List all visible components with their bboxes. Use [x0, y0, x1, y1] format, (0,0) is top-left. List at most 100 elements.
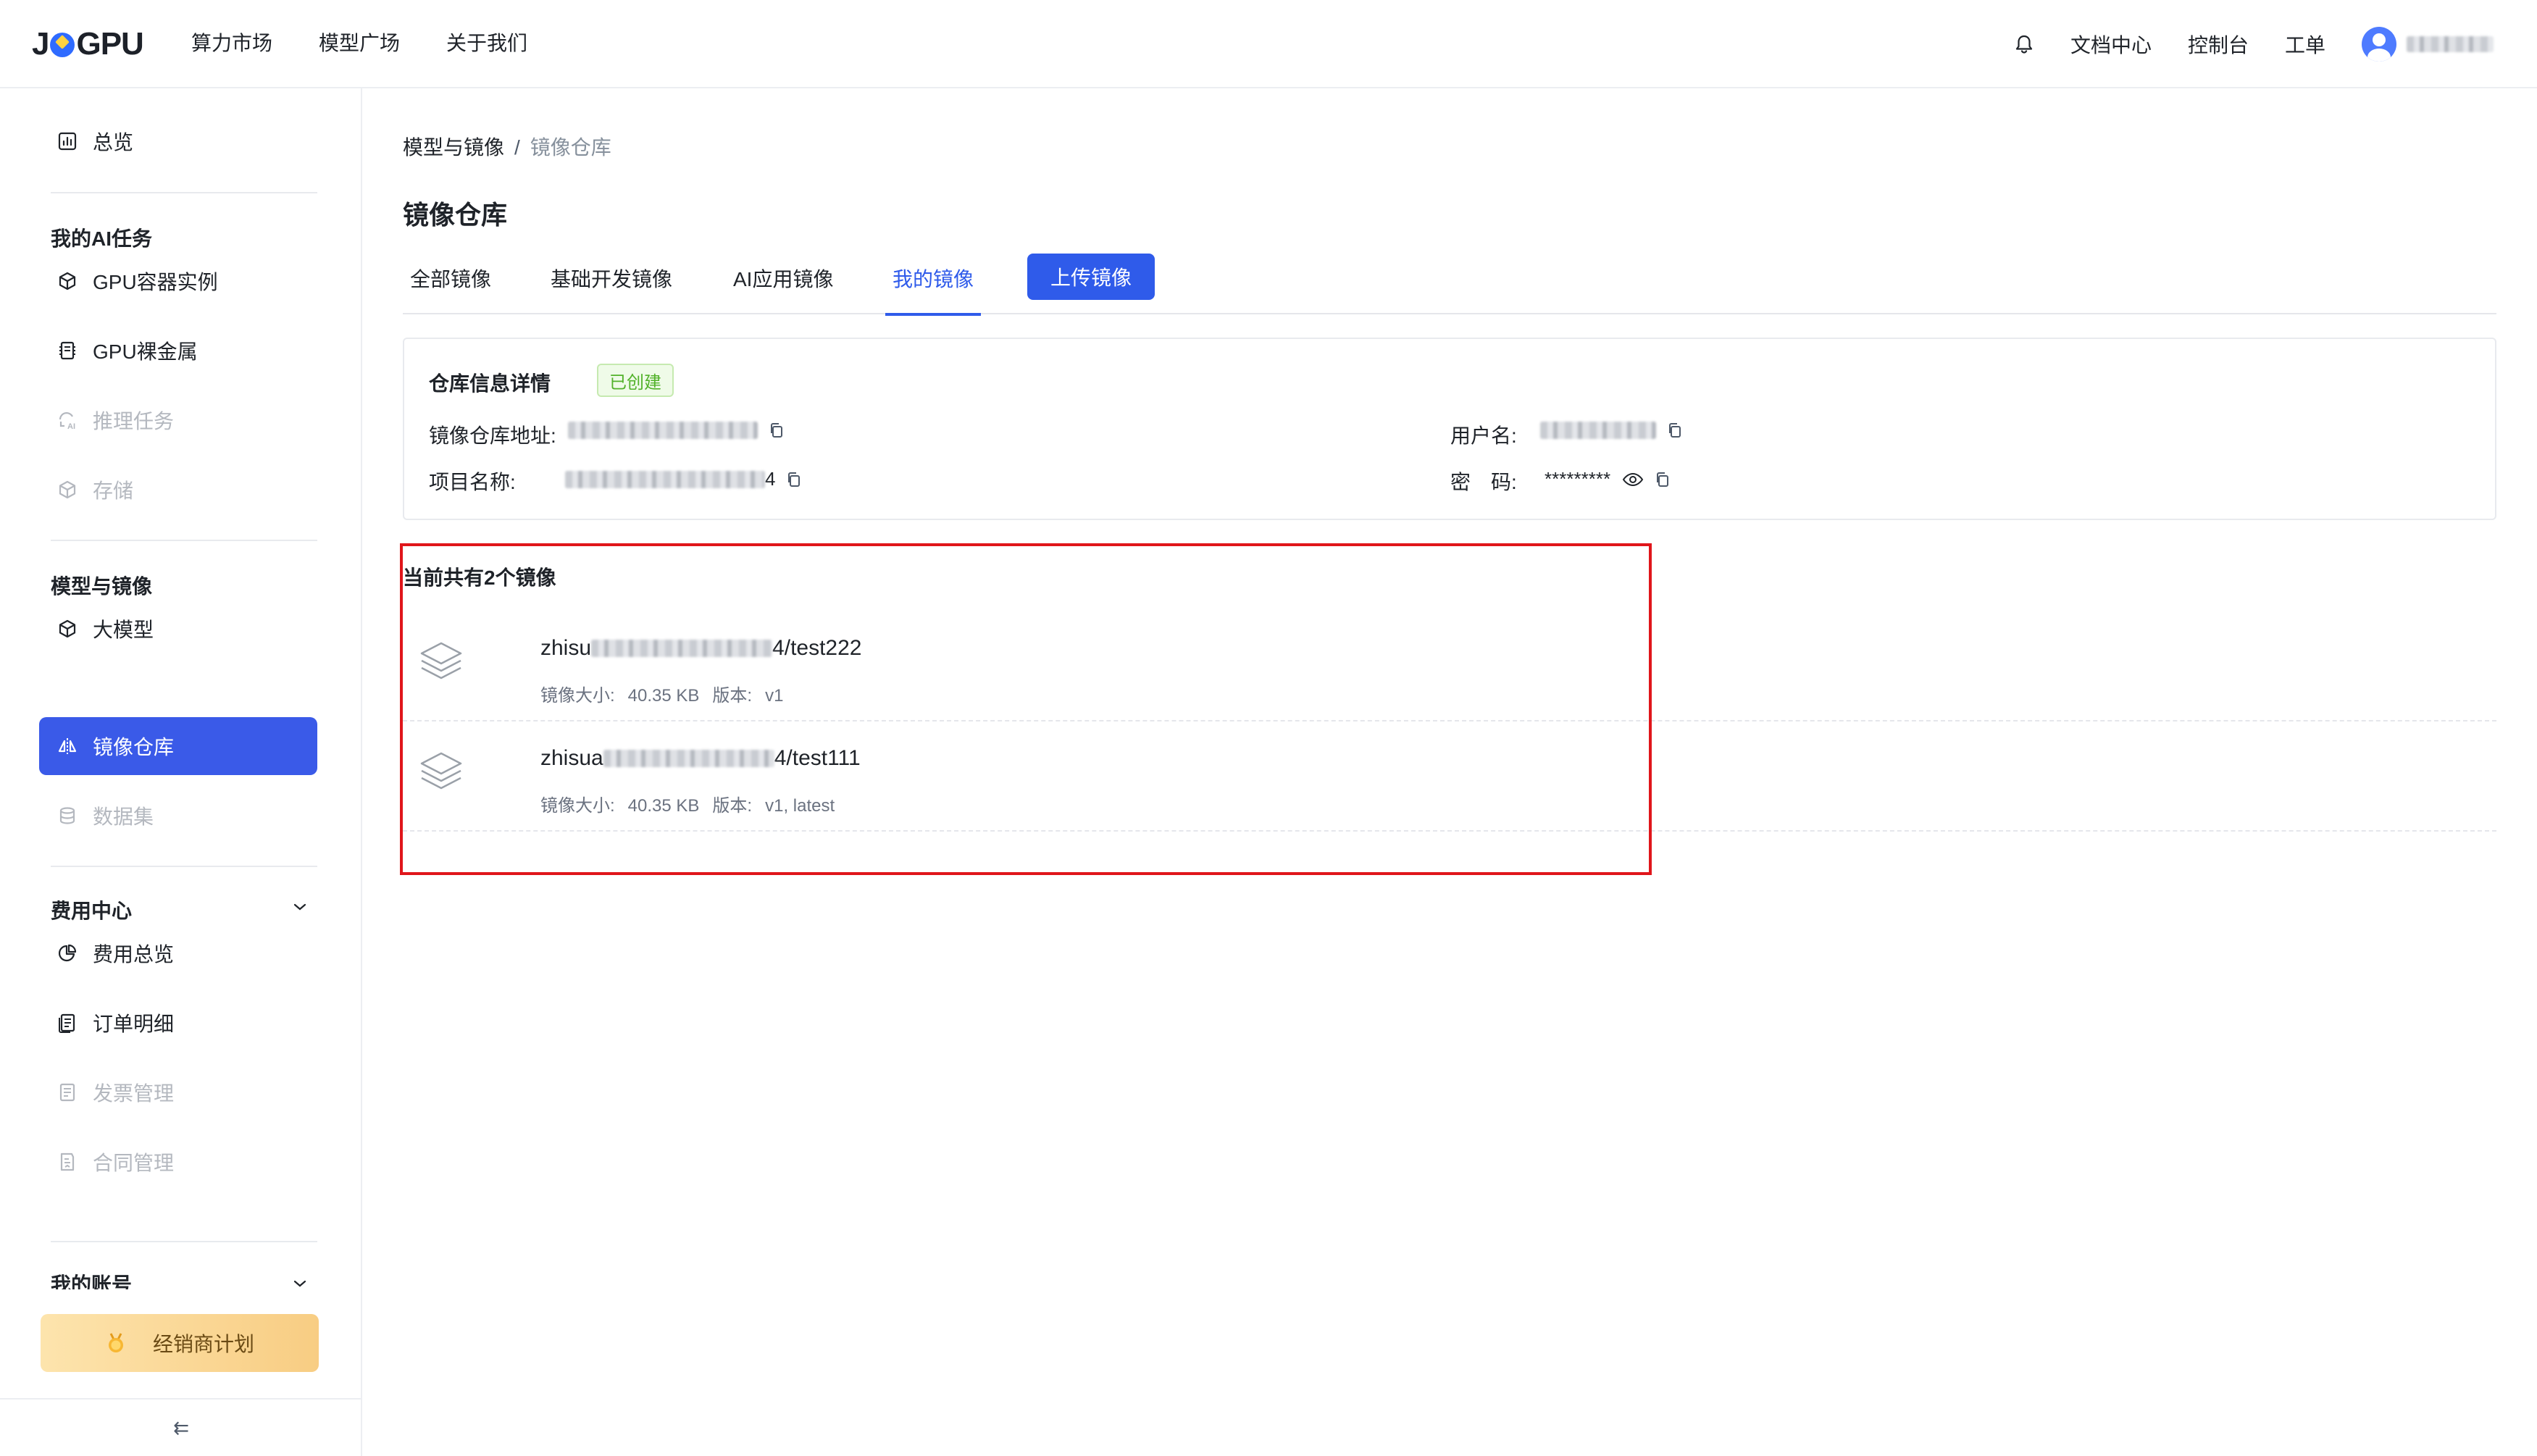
sidebar-label: 订单明细 — [93, 1013, 175, 1035]
copy-icon[interactable] — [1666, 422, 1684, 439]
console-link[interactable]: 控制台 — [2188, 30, 2249, 59]
sidebar-label: 存储 — [93, 480, 134, 502]
image-tabs: 全部镜像 基础开发镜像 AI应用镜像 我的镜像 — [403, 251, 2496, 316]
copy-icon[interactable] — [768, 422, 785, 439]
copy-icon[interactable] — [1654, 471, 1671, 488]
nav-model-square[interactable]: 模型广场 — [319, 29, 400, 58]
page-title: 镜像仓库 — [403, 200, 508, 230]
dashboard-icon — [55, 129, 80, 154]
repo-info-card: 仓库信息详情 已创建 镜像仓库地址: 项目名称: 4 用户名: 密 码: ***… — [403, 338, 2496, 520]
sidebar-item-billing-overview[interactable]: 费用总览 — [39, 924, 317, 982]
divider — [51, 1241, 317, 1242]
collapse-sidebar-icon[interactable]: ⇇ — [0, 1398, 362, 1456]
password-value: ********* — [1545, 468, 1671, 490]
username-redacted — [2407, 36, 2494, 52]
contract-icon — [55, 1150, 80, 1174]
copy-icon[interactable] — [785, 471, 803, 488]
project-name-suffix: 4 — [765, 468, 776, 490]
repo-info-title: 仓库信息详情 — [429, 372, 551, 395]
sidebar-item-storage[interactable]: 存储 — [39, 461, 317, 519]
breadcrumb-parent[interactable]: 模型与镜像 — [403, 136, 504, 159]
status-badge: 已创建 — [597, 364, 674, 397]
sidebar-label: 推理任务 — [93, 410, 175, 432]
sidebar-item-inference[interactable]: AI 推理任务 — [39, 391, 317, 449]
sidebar-item-invoice[interactable]: 发票管理 — [39, 1063, 317, 1121]
sidebar-item-order-details[interactable]: 订单明细 — [39, 994, 317, 1052]
logo-mark-icon — [50, 33, 75, 57]
dealer-plan-button[interactable]: 经销商计划 — [41, 1314, 319, 1372]
sidebar-label: 总览 — [93, 131, 134, 154]
sidebar-label: 发票管理 — [93, 1082, 175, 1105]
project-name-redacted — [565, 470, 765, 488]
username-value — [1540, 422, 1684, 439]
breadcrumb-current: 镜像仓库 — [530, 136, 611, 159]
chevron-down-icon[interactable] — [290, 897, 310, 917]
tab-my-images[interactable]: 我的镜像 — [885, 264, 982, 316]
upload-image-button[interactable]: 上传镜像 — [1027, 254, 1155, 300]
sidebar-label: GPU裸金属 — [93, 340, 198, 363]
password-masked: ********* — [1545, 468, 1611, 490]
group-my-ai-tasks: 我的AI任务 — [51, 227, 153, 250]
sidebar-item-gpu-container[interactable]: GPU容器实例 — [39, 252, 317, 310]
sidebar-item-contract[interactable]: 合同管理 — [39, 1133, 317, 1191]
user-avatar-icon — [2362, 27, 2396, 62]
annotation-highlight-box — [400, 543, 1652, 875]
divider — [51, 866, 317, 867]
sidebar-item-image-repo[interactable]: 镜像仓库 — [39, 717, 317, 775]
sidebar-label: 数据集 — [93, 806, 154, 828]
chevron-down-icon[interactable] — [290, 1273, 310, 1294]
tab-base-dev-images[interactable]: 基础开发镜像 — [551, 264, 672, 314]
top-header: J GPU 算力市场 模型广场 关于我们 文档中心 控制台 工单 — [0, 0, 2537, 88]
ticket-link[interactable]: 工单 — [2285, 30, 2325, 59]
database-icon — [55, 803, 80, 828]
mirror-icon — [55, 734, 80, 758]
project-name-label: 项目名称: — [429, 471, 516, 493]
bell-icon[interactable] — [2010, 30, 2039, 59]
username-redacted — [1540, 422, 1656, 439]
username-label: 用户名: — [1450, 424, 1517, 447]
server-icon — [55, 338, 80, 363]
nav-about-us[interactable]: 关于我们 — [446, 29, 527, 58]
sidebar-label: 镜像仓库 — [93, 736, 175, 758]
sidebar-item-overview[interactable]: 总览 — [39, 112, 317, 170]
document-icon — [55, 1011, 80, 1035]
divider — [51, 192, 317, 193]
sidebar-label: 合同管理 — [93, 1152, 175, 1174]
sidebar-label: GPU容器实例 — [93, 271, 218, 293]
sidebar: 总览 我的AI任务 GPU容器实例 GPU裸金属 AI 推理任务 存储 模型与镜… — [0, 88, 362, 1456]
brand-logo[interactable]: J GPU — [32, 26, 144, 62]
invoice-icon — [55, 1080, 80, 1105]
sidebar-label: 大模型 — [93, 619, 154, 641]
dealer-plan-label: 经销商计划 — [152, 1333, 254, 1355]
breadcrumb: 模型与镜像 / 镜像仓库 — [403, 132, 611, 161]
tab-ai-app-images[interactable]: AI应用镜像 — [733, 264, 833, 314]
nav-compute-market[interactable]: 算力市场 — [191, 29, 272, 58]
group-billing[interactable]: 费用中心 — [51, 895, 132, 924]
svg-text:AI: AI — [67, 422, 75, 430]
password-label: 密 码: — [1450, 471, 1517, 493]
cube-icon — [55, 269, 80, 293]
top-nav: 算力市场 模型广场 关于我们 — [191, 29, 527, 58]
group-my-account[interactable]: 我的账号 — [51, 1271, 326, 1289]
sidebar-item-large-model[interactable]: 大模型 — [39, 600, 317, 658]
sidebar-item-gpu-bare-metal[interactable]: GPU裸金属 — [39, 322, 317, 380]
tab-all-images[interactable]: 全部镜像 — [410, 264, 491, 314]
header-right: 文档中心 控制台 工单 — [2010, 23, 2494, 65]
repo-address-value — [568, 422, 785, 439]
repo-address-label: 镜像仓库地址: — [429, 424, 556, 447]
group-models-images: 模型与镜像 — [51, 575, 153, 598]
breadcrumb-separator: / — [514, 136, 520, 159]
model-cube-icon — [55, 616, 80, 641]
medal-icon — [105, 1332, 127, 1354]
project-name-value: 4 — [565, 468, 803, 490]
pie-chart-icon — [55, 941, 80, 966]
sidebar-item-dataset[interactable]: 数据集 — [39, 787, 317, 845]
group-account-clip: 我的账号 — [51, 1271, 326, 1289]
divider — [51, 540, 317, 541]
sidebar-label: 费用总览 — [93, 943, 175, 966]
user-menu[interactable] — [2362, 27, 2494, 62]
eye-icon[interactable] — [1622, 471, 1644, 488]
docs-center-link[interactable]: 文档中心 — [2070, 30, 2152, 59]
ai-task-icon: AI — [55, 408, 80, 432]
repo-address-redacted — [568, 422, 758, 439]
